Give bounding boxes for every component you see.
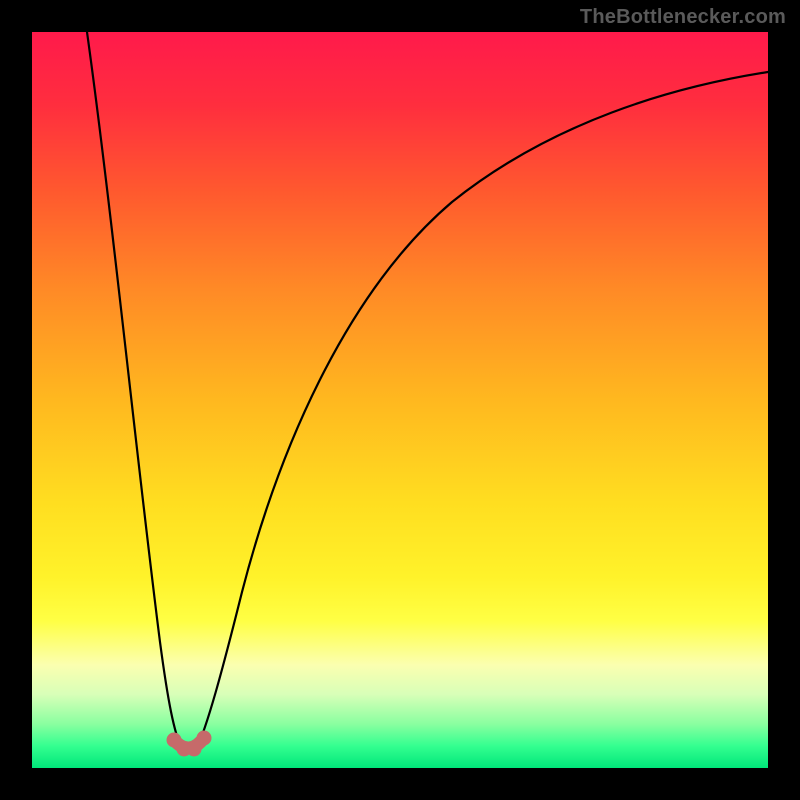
curve-marker [197,731,212,746]
outer-frame: TheBottlenecker.com [0,0,800,800]
bottleneck-curve [32,32,768,768]
curve-right-branch [196,72,768,750]
plot-area [32,32,768,768]
curve-left-branch [87,32,182,750]
curve-markers [167,731,212,757]
watermark-text: TheBottlenecker.com [580,6,786,29]
